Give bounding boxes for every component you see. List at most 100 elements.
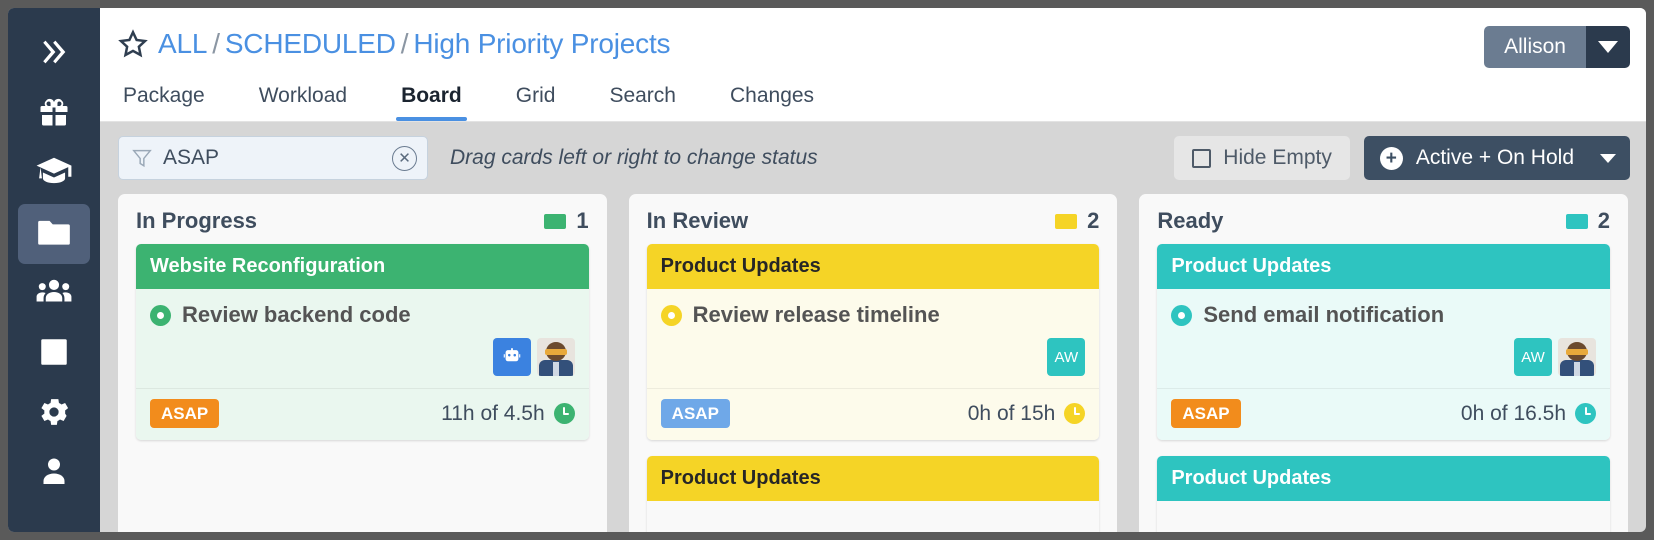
tab-changes[interactable]: Changes [725,84,819,121]
column-header: Ready 2 [1139,194,1628,244]
avatar[interactable] [1558,338,1597,376]
clock-icon [1575,403,1597,424]
breadcrumb-item-1[interactable]: SCHEDULED [225,28,396,59]
tab-board[interactable]: Board [396,84,467,121]
task-row: Send email notification [1171,302,1596,328]
board-toolbar: ASAP ✕ Drag cards left or right to chang… [100,122,1646,194]
task-card[interactable]: Product Updates Send email notification … [1157,244,1611,440]
tab-package[interactable]: Package [118,84,210,121]
card-footer: ASAP 11h of 4.5h [136,388,589,440]
breadcrumb: ALL / SCHEDULED / High Priority Projects [158,28,671,60]
column-title: Ready [1157,208,1224,233]
avatar[interactable]: AW [1047,338,1086,376]
hours-value: 0h of 15h [967,401,1056,425]
column-title: In Progress [136,208,258,233]
tab-workload[interactable]: Workload [254,84,352,121]
top-bar: ALL / SCHEDULED / High Priority Projects All… [100,8,1646,122]
task-card[interactable]: Website Reconfiguration Review backend c… [136,244,589,440]
card-body: Review release timeline AW [646,289,1100,388]
task-card[interactable]: Product Updates Review release timeline … [646,244,1100,440]
card-body: Review backend code [136,289,589,388]
task-name: Review release timeline [692,302,940,327]
column-count-value: 2 [1087,208,1100,233]
assignee-list: AW [661,338,1086,376]
card-list: Website Reconfiguration Review backend c… [118,244,607,440]
card-body [1157,501,1610,532]
column-count-value: 2 [1597,208,1611,233]
task-row: Review backend code [150,302,575,328]
task-card[interactable]: Product Updates [1157,456,1611,532]
checkbox-icon[interactable] [1192,148,1212,168]
hours-value: 0h of 16.5h [1460,401,1567,425]
card-project-title: Product Updates [1157,244,1611,289]
column-count: 2 [1565,208,1611,234]
board-column-in-review: In Review 2 Product Updates Review relea… [628,194,1118,532]
column-count: 2 [1055,208,1099,234]
clear-filter-icon[interactable]: ✕ [392,145,417,171]
column-color-swatch [544,213,567,229]
sidebar-item-rewards[interactable] [18,84,90,144]
sidebar-item-reports[interactable] [18,324,90,384]
gear-icon [36,394,72,435]
person-icon [36,454,72,495]
sidebar-item-teams[interactable] [18,264,90,324]
card-hours: 11h of 4.5h [441,402,575,426]
card-hours: 0h of 16.5h [1460,401,1597,426]
funnel-icon [131,147,153,169]
robot-icon[interactable] [492,338,531,376]
people-icon [35,273,73,316]
user-menu[interactable]: Allison [1484,26,1630,68]
clock-icon [1064,403,1086,424]
double-chevron-right-icon [37,35,71,74]
card-project-title: Website Reconfiguration [136,244,589,289]
filter-input[interactable]: ASAP ✕ [118,136,428,180]
board-column-ready: Ready 2 Product Updates Send email notif… [1139,194,1629,532]
priority-badge: ASAP [1171,399,1241,428]
tab-search[interactable]: Search [604,84,681,121]
status-filter-button[interactable]: + Active + On Hold [1363,136,1630,180]
task-name: Review backend code [182,302,411,327]
task-card[interactable]: Product Updates [646,456,1100,532]
assignee-list: AW [1171,338,1597,376]
breadcrumb-separator-0: / [212,28,220,59]
breadcrumb-separator-1: / [400,28,409,59]
card-footer: ASAP 0h of 16.5h [1157,388,1611,440]
user-name[interactable]: Allison [1484,26,1586,68]
breadcrumb-item-0[interactable]: ALL [158,28,207,59]
plus-circle-icon: + [1379,146,1403,170]
sidebar-item-projects[interactable] [18,204,90,264]
priority-badge: ASAP [150,399,220,428]
card-hours: 0h of 15h [968,402,1086,426]
folder-icon [35,213,73,256]
task-status-dot-icon [1171,304,1193,326]
gift-icon [36,94,72,135]
sidebar-item-account[interactable] [18,444,90,504]
avatar[interactable]: AW [1514,338,1553,376]
breadcrumb-item-2[interactable]: High Priority Projects [413,28,670,59]
kanban-board: In Progress 1 Website Reconfiguration Re… [100,194,1646,532]
card-body: Send email notification AW [1157,289,1611,388]
sidebar-item-learning[interactable] [18,144,90,204]
sidebar-item-settings[interactable] [18,384,90,444]
card-project-title: Product Updates [646,456,1100,501]
sidebar-item-expand-collapse[interactable] [18,24,90,84]
column-header: In Progress 1 [118,194,607,244]
column-color-swatch [1055,213,1078,229]
hide-empty-toggle[interactable]: Hide Empty [1174,136,1350,180]
column-color-swatch [1565,213,1588,229]
card-project-title: Product Updates [646,244,1100,289]
user-menu-chevron-down-icon[interactable] [1586,26,1630,68]
tab-grid[interactable]: Grid [511,84,561,121]
graduation-cap-icon [35,153,73,196]
status-filter-chevron-down-icon[interactable] [1600,153,1616,163]
filter-value[interactable]: ASAP [163,146,392,170]
board-column-in-progress: In Progress 1 Website Reconfiguration Re… [118,194,607,532]
column-title: In Review [646,208,749,233]
drag-hint-text: Drag cards left or right to change statu… [450,146,818,169]
breadcrumb-row: ALL / SCHEDULED / High Priority Projects [100,8,1646,64]
card-project-title: Product Updates [1157,456,1611,501]
avatar[interactable] [536,338,575,376]
star-outline-icon[interactable] [118,29,148,59]
card-footer: ASAP 0h of 15h [646,388,1100,440]
main-area: ALL / SCHEDULED / High Priority Projects All… [100,8,1646,532]
